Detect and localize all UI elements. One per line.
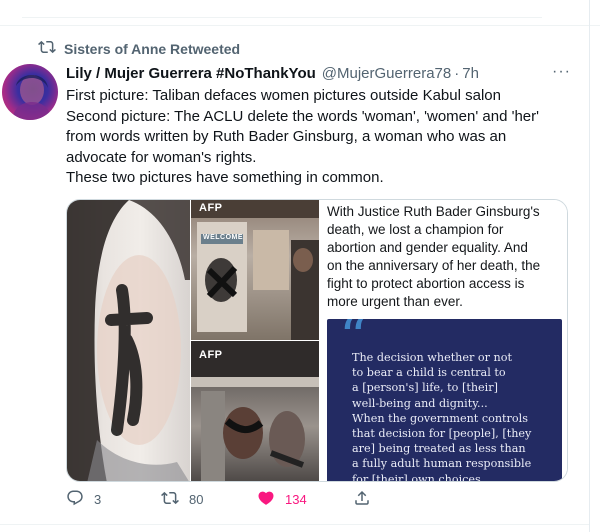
tweet-text-line: from words written by Ruth Bader Ginsbur…	[66, 128, 507, 145]
retweet-button[interactable]: 80	[161, 488, 203, 510]
retweet-count: 80	[189, 491, 204, 507]
reply-icon	[66, 489, 84, 510]
aclu-screenshot-image[interactable]: With Justice Ruth Bader Ginsburg's death…	[320, 200, 567, 482]
author-avatar[interactable]	[2, 64, 58, 120]
photo-credit: AFP	[199, 349, 223, 361]
salon-photo-bottom[interactable]: AFP	[191, 341, 319, 481]
like-count: 134	[285, 491, 307, 507]
reply-button[interactable]: 3	[66, 488, 101, 510]
reply-count: 3	[94, 491, 102, 507]
quote-line: that decision for [people], [they	[352, 427, 532, 441]
aclu-post-line: fight to protect abortion access is	[327, 276, 525, 291]
tweet-text-line: advocate for woman's rights.	[66, 148, 257, 166]
defaced-portrait-image[interactable]	[67, 200, 190, 481]
quote-line: a fully adult human responsible	[352, 457, 532, 471]
tweet-timestamp[interactable]: 7h	[462, 65, 479, 82]
aclu-post-line: death, we lost a champion for	[327, 222, 504, 237]
aclu-post-line: abortion and gender equality. And	[327, 240, 528, 255]
quote-line: to bear a child is central to	[352, 366, 506, 380]
retweet-context[interactable]: Sisters of Anne Retweeted	[38, 40, 240, 58]
quote-line: are] being treated as less than	[352, 442, 526, 456]
photo-credit: AFP	[199, 202, 223, 214]
author-handle[interactable]: @MujerGuerrera78	[322, 65, 451, 82]
quote-line: The decision whether or not	[352, 351, 512, 364]
header-separator: ·	[454, 64, 460, 82]
salon-photo-top[interactable]: AFP WELCOME	[191, 200, 319, 340]
retweet-icon	[161, 489, 179, 510]
quote-line: well-being and dignity...	[352, 396, 488, 410]
quote-line: for [their] own choices.	[352, 472, 485, 482]
quote-card-text: The decision whether or not to bear a ch…	[352, 350, 562, 482]
aclu-post-text: With Justice Ruth Bader Ginsburg's death…	[327, 203, 563, 311]
tweet-header: Lily / Mujer Guerrera #NoThankYou @Mujer…	[66, 62, 479, 84]
timeline-border	[589, 0, 590, 532]
share-button[interactable]	[353, 488, 371, 510]
more-options-icon[interactable]: ···	[552, 63, 570, 81]
retweeted-by-label[interactable]: Sisters of Anne Retweeted	[64, 41, 240, 57]
aclu-post-line: on the anniversary of her death, the	[327, 258, 541, 273]
shop-sign-text: WELCOME	[203, 234, 244, 241]
previous-tweet-box	[22, 0, 542, 18]
heart-icon	[257, 489, 275, 510]
tweet-text-line: First picture: Taliban defaces women pic…	[66, 87, 501, 104]
aclu-post-line: more urgent than ever.	[327, 294, 463, 309]
like-button[interactable]: 134	[257, 488, 307, 510]
tweet-actions: 3 80 134	[66, 488, 566, 510]
aclu-post-line: With Justice Ruth Bader Ginsburg's	[327, 204, 540, 219]
tweet-media[interactable]: AFP WELCOME AFP With Justice Ruth Bader …	[66, 199, 568, 482]
tweet-text: First picture: Taliban defaces women pic…	[66, 86, 576, 189]
tweet-text-line: Second picture: The ACLU delete the word…	[66, 107, 539, 125]
previous-tweet-edge	[0, 0, 600, 26]
tweet-divider	[0, 524, 589, 525]
author-name[interactable]: Lily / Mujer Guerrera #NoThankYou	[66, 65, 316, 82]
quote-card: “ The decision whether or not to bear a …	[327, 319, 562, 482]
quote-line: a [person's] life, to [their]	[352, 381, 498, 395]
retweet-icon	[38, 38, 56, 61]
quote-line: When the government controls	[352, 411, 528, 425]
share-icon	[353, 489, 371, 510]
tweet-text-line: These two pictures have something in com…	[66, 169, 384, 186]
